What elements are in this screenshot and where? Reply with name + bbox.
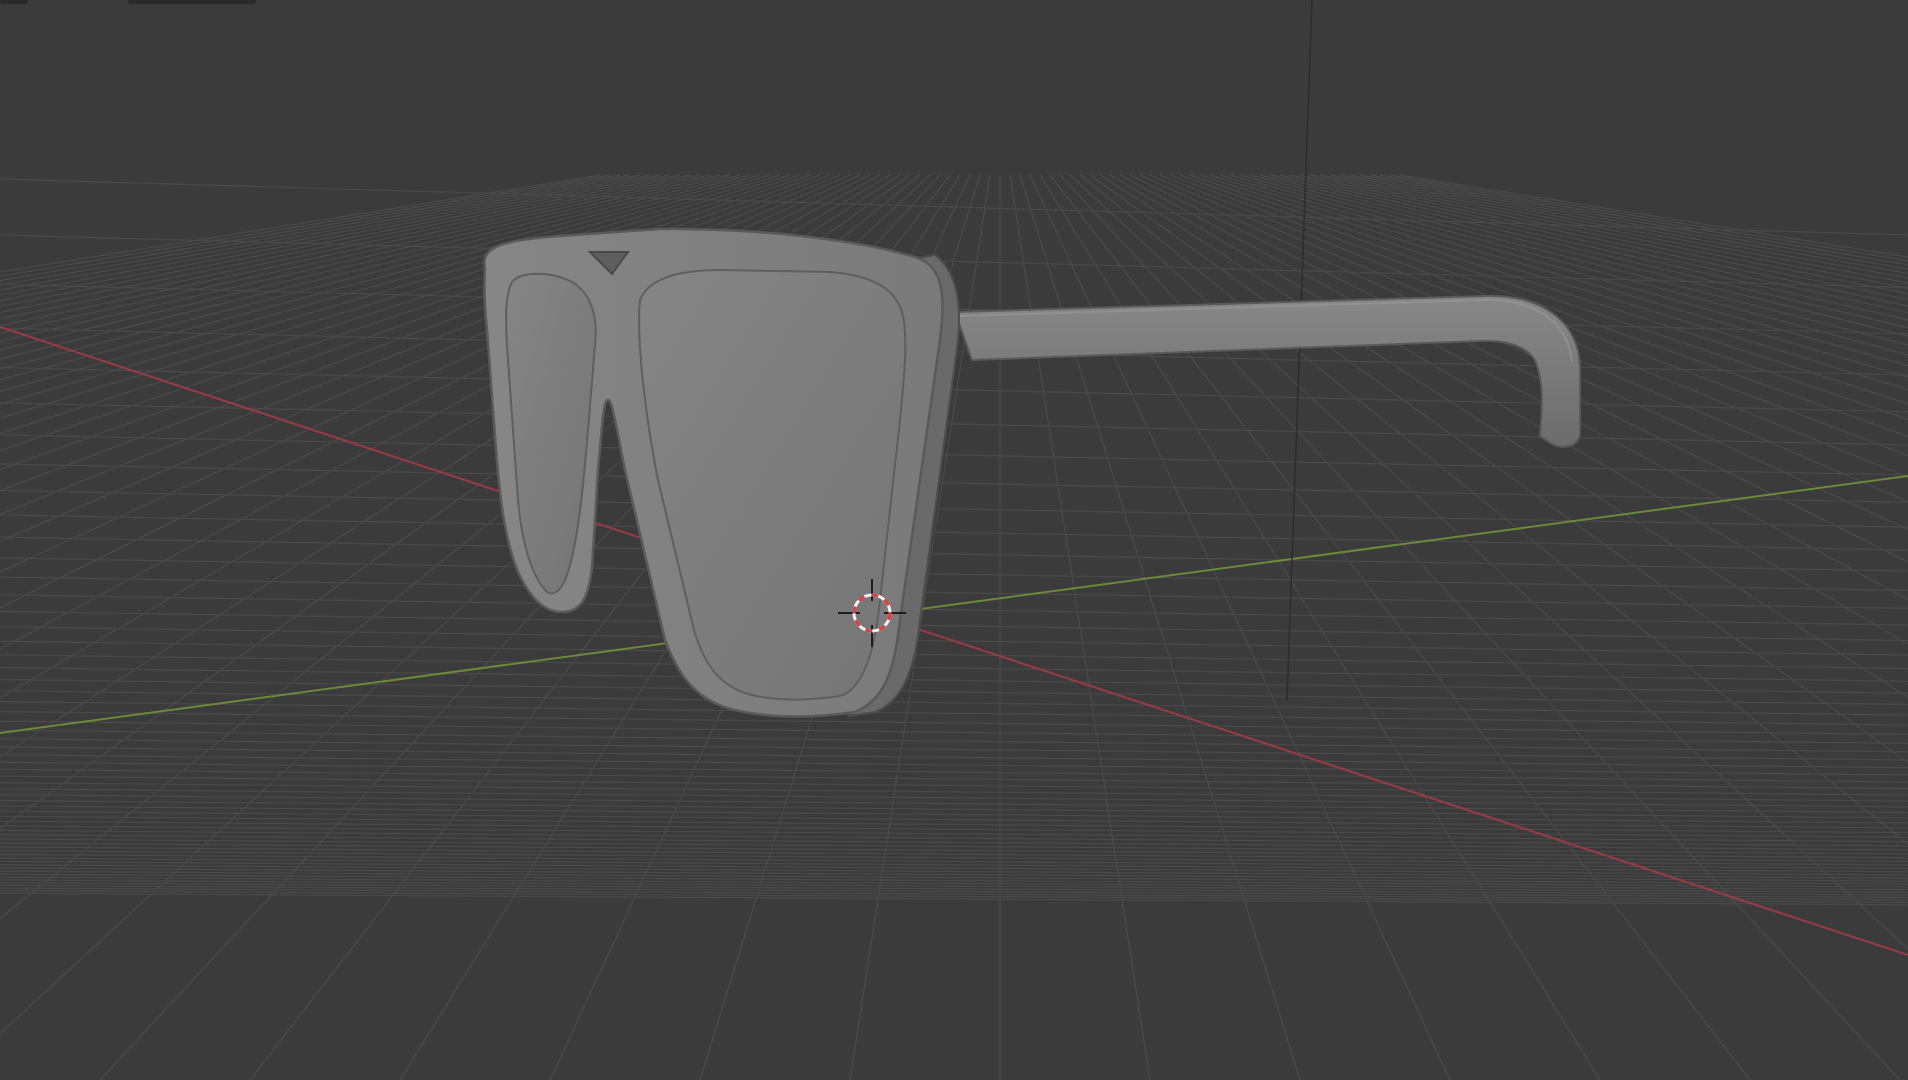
grid-line xyxy=(0,838,1908,855)
3d-viewport[interactable] xyxy=(0,0,1908,1080)
grid-line xyxy=(0,536,1908,572)
grid-line xyxy=(0,829,1908,847)
grid-line xyxy=(0,666,1908,694)
grid-line xyxy=(0,514,1908,551)
grid-line xyxy=(0,890,1908,903)
grid-line xyxy=(0,810,1908,829)
grid-line xyxy=(0,700,1908,726)
grid-line xyxy=(0,820,1908,838)
grid-line xyxy=(0,557,1908,591)
grid-line xyxy=(0,720,1908,745)
grid-line xyxy=(0,892,1908,906)
sunglasses-mesh[interactable] xyxy=(483,227,1581,718)
x-axis-line xyxy=(0,326,1908,956)
grid-line xyxy=(0,610,1908,642)
grid-line xyxy=(0,234,1908,289)
grid-line xyxy=(0,834,1908,851)
viewport-canvas[interactable] xyxy=(0,0,1908,1080)
grid-line xyxy=(0,815,1908,834)
grid-line xyxy=(0,654,1908,682)
grid-line xyxy=(0,594,1908,626)
grid-line xyxy=(0,846,1908,863)
grid-line xyxy=(0,178,1908,236)
grid-line xyxy=(0,842,1908,859)
grid-line xyxy=(0,887,1908,901)
grid-line xyxy=(0,825,1908,843)
grid-line xyxy=(0,710,1908,736)
grid-line xyxy=(0,640,1908,670)
grid-line xyxy=(0,729,1908,753)
grid-line xyxy=(0,434,1908,476)
grid-line xyxy=(0,678,1908,706)
grid-line xyxy=(0,805,1908,824)
y-axis-line xyxy=(0,475,1908,734)
